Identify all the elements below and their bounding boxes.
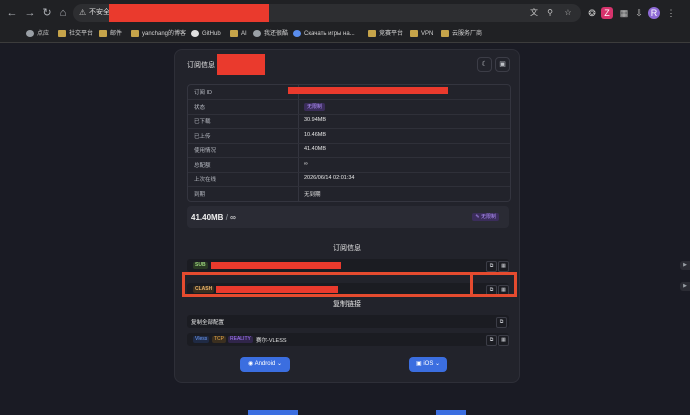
url-redaction	[109, 4, 269, 22]
android-button[interactable]: ◉ Android ⌄	[240, 357, 290, 372]
bottom-indicator	[436, 410, 466, 415]
folder-icon	[230, 29, 238, 37]
bookmark-folder[interactable]: VPN	[410, 28, 433, 40]
arrow-left-icon[interactable]: ←	[6, 7, 18, 19]
security-label: 不安全	[89, 9, 110, 16]
table-row: 已下载 30.94MB	[188, 114, 510, 129]
row-label: 已上传	[194, 133, 211, 140]
arrow-right-icon[interactable]: →	[24, 7, 36, 19]
table-row: 上次在线 2026/06/14 02:01:34	[188, 172, 510, 187]
bookmarks-bar: 点应 社交平台 邮件 yanchang的博客 GitHub AI 我还很酷 Ск…	[0, 26, 690, 43]
qr-code-icon[interactable]: ▦	[498, 261, 509, 272]
folder-icon	[131, 29, 139, 37]
title-redaction	[217, 54, 265, 75]
moon-icon[interactable]: ☾	[477, 57, 492, 72]
bookmark-icon	[26, 29, 34, 37]
ios-button[interactable]: ▣ iOS ⌄	[409, 357, 447, 372]
side-float-icon[interactable]: ▶	[680, 282, 690, 291]
puzzle-icon[interactable]: ▦	[618, 7, 630, 19]
status-badge: 无限制	[304, 102, 326, 111]
row-label: 到期	[194, 191, 206, 198]
row-label: 订阅 ID	[194, 90, 213, 96]
zoom-icon[interactable]: ⚲	[545, 8, 555, 18]
bookmark-folder[interactable]: yanchang的博客	[131, 28, 186, 40]
page-title: 订阅信息	[187, 62, 215, 69]
bookmark-folder[interactable]: 社交平台	[58, 28, 93, 40]
transport-tag: TCP	[212, 336, 226, 343]
address-bar[interactable]: ⚠ 不安全 文 ⚲ ☆	[73, 4, 581, 22]
copy-all-row[interactable]: 复制全部配置 ⧉	[187, 315, 509, 328]
bookmark-item[interactable]: Скачать игры на...	[293, 28, 355, 40]
link-redaction	[211, 262, 341, 269]
zotero-icon[interactable]: Z	[601, 7, 613, 19]
github-icon	[191, 29, 199, 37]
reload-icon[interactable]: ↻	[41, 7, 53, 19]
sub-tag: SUB	[193, 262, 208, 269]
star-icon[interactable]: ☆	[563, 8, 573, 18]
copy-icon[interactable]: ⧉	[496, 317, 507, 328]
translate-icon[interactable]: 文	[529, 8, 539, 18]
table-row: 使用情况 41.40MB	[188, 143, 510, 158]
row-value: ∞	[304, 160, 308, 167]
row-value: 30.94MB	[304, 117, 327, 123]
id-redaction	[288, 87, 448, 94]
qr-code-icon[interactable]: ▦	[498, 335, 509, 346]
image-icon[interactable]: ▣	[495, 57, 510, 72]
copy-all-label: 复制全部配置	[191, 320, 225, 326]
warning-icon: ⚠	[79, 8, 87, 17]
row-label: 状态	[194, 104, 206, 111]
folder-icon	[410, 29, 418, 37]
row-label: 使用情况	[194, 148, 217, 154]
avatar[interactable]: R	[648, 7, 660, 19]
table-row: 状态 无限制	[188, 100, 510, 115]
site-icon	[293, 29, 301, 37]
copy-icon[interactable]: ⧉	[486, 261, 497, 272]
side-float-icon[interactable]: ▶	[680, 261, 690, 270]
row-value: 2026/06/14 02:01:34	[304, 175, 355, 181]
table-row: 订阅 ID	[188, 85, 510, 100]
bookmark-folder[interactable]: AI	[230, 28, 247, 40]
security-tag: REALITY	[228, 336, 253, 343]
row-value: 无到期	[304, 191, 321, 198]
bookmark-item[interactable]: 我还很酷	[253, 28, 288, 40]
unlimited-badge: ✎ 无限制	[472, 213, 499, 221]
clash-highlight	[182, 272, 517, 297]
table-row: 已上传 10.46MB	[188, 129, 510, 144]
bookmark-item[interactable]: GitHub	[191, 28, 221, 40]
row-label: 总配额	[194, 162, 211, 169]
clash-buttons-highlight	[470, 272, 517, 297]
more-menu-icon[interactable]: ⋮	[665, 7, 677, 19]
home-icon[interactable]: ⌂	[57, 7, 69, 19]
sub-link-row: SUB ⧉ ▦	[187, 259, 509, 272]
folder-icon	[368, 29, 376, 37]
download-icon[interactable]: ⇩	[633, 7, 645, 19]
row-value: 10.46MB	[304, 131, 327, 138]
copy-icon[interactable]: ⧉	[486, 335, 497, 346]
bottom-indicator	[248, 410, 298, 415]
table-row: 总配额 ∞	[188, 158, 510, 173]
row-label: 已下载	[194, 119, 211, 125]
folder-icon	[58, 29, 66, 37]
subscription-card: 订阅信息 ☾ ▣ 订阅 ID 状态 无限制 已下载 30.94MB 已上传 10…	[174, 49, 520, 383]
protocol-tag: Vless	[193, 336, 210, 343]
section-title-subscription: 订阅信息	[333, 245, 361, 252]
usage-total: 41.40MB / ∞	[191, 213, 236, 222]
section-title-copy-links: 复制链接	[333, 301, 361, 308]
site-icon	[253, 29, 261, 37]
info-table: 订阅 ID 状态 无限制 已下载 30.94MB 已上传 10.46MB 使用情…	[187, 84, 511, 202]
row-label: 上次在线	[194, 177, 217, 183]
folder-icon	[441, 29, 449, 37]
bookmark-item[interactable]: 点应	[26, 28, 49, 40]
table-row: 到期 无到期	[188, 187, 510, 201]
folder-icon	[99, 29, 107, 37]
node-name: 赛尔-VLESS	[256, 338, 287, 344]
row-value: 41.40MB	[304, 146, 327, 152]
bookmark-folder[interactable]: 邮件	[99, 28, 122, 40]
bookmark-folder[interactable]: 竞赛平台	[368, 28, 403, 40]
usage-summary: 41.40MB / ∞ ✎ 无限制	[187, 206, 509, 228]
node-row: Vless TCP REALITY 赛尔-VLESS ⧉ ▦	[187, 333, 509, 346]
extension-icon[interactable]: ❂	[586, 7, 598, 19]
browser-toolbar: ← → ↻ ⌂ ⚠ 不安全 文 ⚲ ☆ ❂ Z ▦ ⇩ R ⋮	[0, 0, 690, 26]
bookmark-folder[interactable]: 云服务厂商	[441, 28, 482, 40]
